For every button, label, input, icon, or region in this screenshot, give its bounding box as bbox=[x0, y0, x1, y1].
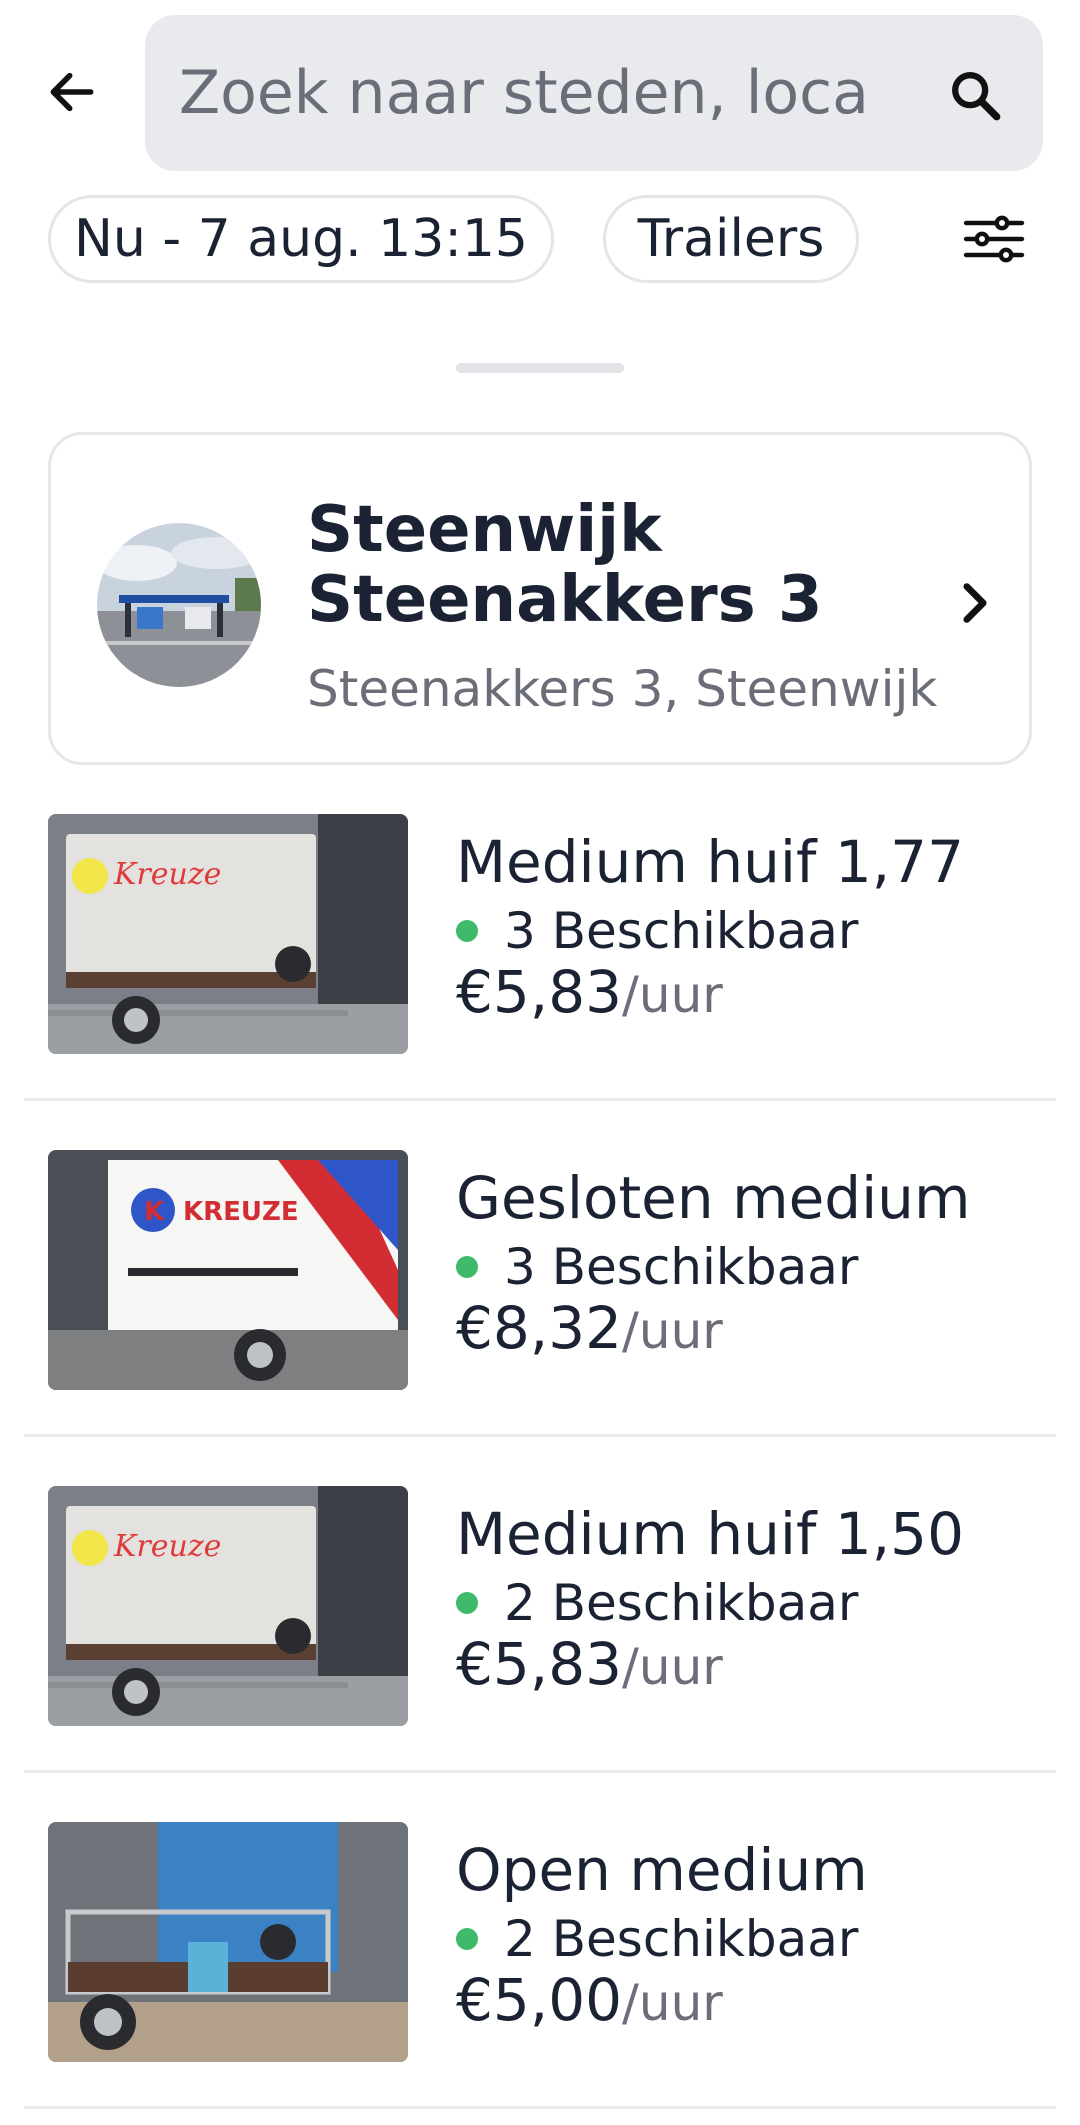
location-card[interactable]: Steenwijk Steenakkers 3 Steenakkers 3, S… bbox=[48, 432, 1032, 765]
availability-text: 3 Beschikbaar bbox=[504, 1238, 859, 1296]
back-button[interactable] bbox=[38, 58, 106, 126]
svg-text:K: K bbox=[144, 1197, 165, 1227]
list-divider bbox=[24, 1434, 1056, 1437]
vehicle-name: Gesloten medium bbox=[456, 1164, 971, 1232]
availability-text: 2 Beschikbaar bbox=[504, 1574, 859, 1632]
svg-text:Kreuze: Kreuze bbox=[113, 857, 221, 892]
availability: 3 Beschikbaar bbox=[456, 902, 858, 960]
magnifier-icon bbox=[952, 72, 1001, 121]
svg-text:Kreuze: Kreuze bbox=[113, 1529, 221, 1564]
price-unit: /uur bbox=[622, 1302, 723, 1360]
available-dot bbox=[456, 1256, 478, 1278]
price-unit: /uur bbox=[622, 1638, 723, 1696]
list-divider bbox=[24, 1098, 1056, 1101]
price-amount: €5,00 bbox=[456, 1966, 623, 2034]
vehicle-name: Open medium bbox=[456, 1836, 868, 1904]
available-dot bbox=[456, 1928, 478, 1950]
location-photo bbox=[97, 523, 261, 687]
vehicle-photo: Kreuze bbox=[48, 1486, 408, 1726]
list-divider bbox=[24, 2106, 1056, 2109]
top-bar bbox=[0, 0, 1080, 190]
date-filter-chip[interactable]: Nu - 7 aug. 13:15 bbox=[48, 195, 554, 283]
available-dot bbox=[456, 1592, 478, 1614]
list-item[interactable]: Open medium 2 Beschikbaar €5,00/uur bbox=[24, 1808, 1056, 2125]
price-amount: €5,83 bbox=[456, 958, 623, 1026]
availability: 2 Beschikbaar bbox=[456, 1910, 858, 1968]
availability-text: 3 Beschikbaar bbox=[504, 902, 859, 960]
svg-text:KREUZE: KREUZE bbox=[183, 1197, 299, 1227]
vehicle-photo: Kreuze bbox=[48, 814, 408, 1054]
price: €5,83/uur bbox=[456, 1630, 723, 1698]
search-bar bbox=[145, 15, 1043, 171]
location-title: Steenwijk Steenakkers 3 bbox=[307, 493, 823, 637]
availability: 3 Beschikbaar bbox=[456, 1238, 858, 1296]
vehicle-name: Medium huif 1,77 bbox=[456, 828, 964, 896]
vehicle-name: Medium huif 1,50 bbox=[456, 1500, 964, 1568]
search-button[interactable] bbox=[945, 65, 1005, 125]
list-divider bbox=[24, 1770, 1056, 1773]
search-input[interactable] bbox=[179, 15, 909, 171]
availability-text: 2 Beschikbaar bbox=[504, 1910, 859, 1968]
sheet-drag-handle[interactable] bbox=[456, 363, 624, 373]
filter-bar: Nu - 7 aug. 13:15 Trailers bbox=[0, 195, 1080, 287]
price-unit: /uur bbox=[622, 966, 723, 1024]
vehicle-photo bbox=[48, 1822, 408, 2062]
price: €5,00/uur bbox=[456, 1966, 723, 2034]
arrow-left-icon bbox=[50, 72, 94, 112]
list-item[interactable]: K KREUZE Gesloten medium 3 Beschikbaar €… bbox=[24, 1136, 1056, 1472]
vehicle-photo: K KREUZE bbox=[48, 1150, 408, 1390]
vehicle-type-chip[interactable]: Trailers bbox=[603, 195, 859, 283]
price-unit: /uur bbox=[622, 1974, 723, 2032]
filter-settings-button[interactable] bbox=[958, 207, 1030, 271]
list-item[interactable]: Kreuze Medium huif 1,50 2 Beschikbaar €5… bbox=[24, 1472, 1056, 1808]
available-dot bbox=[456, 920, 478, 942]
location-address: Steenakkers 3, Steenwijk bbox=[307, 660, 938, 718]
price-amount: €8,32 bbox=[456, 1294, 623, 1362]
price: €5,83/uur bbox=[456, 958, 723, 1026]
sliders-icon bbox=[963, 215, 1025, 263]
chevron-right-icon bbox=[963, 583, 987, 623]
list-item[interactable]: Kreuze Medium huif 1,77 3 Beschikbaar €5… bbox=[24, 800, 1056, 1136]
availability: 2 Beschikbaar bbox=[456, 1574, 858, 1632]
location-chevron bbox=[951, 575, 999, 631]
price: €8,32/uur bbox=[456, 1294, 723, 1362]
price-amount: €5,83 bbox=[456, 1630, 623, 1698]
